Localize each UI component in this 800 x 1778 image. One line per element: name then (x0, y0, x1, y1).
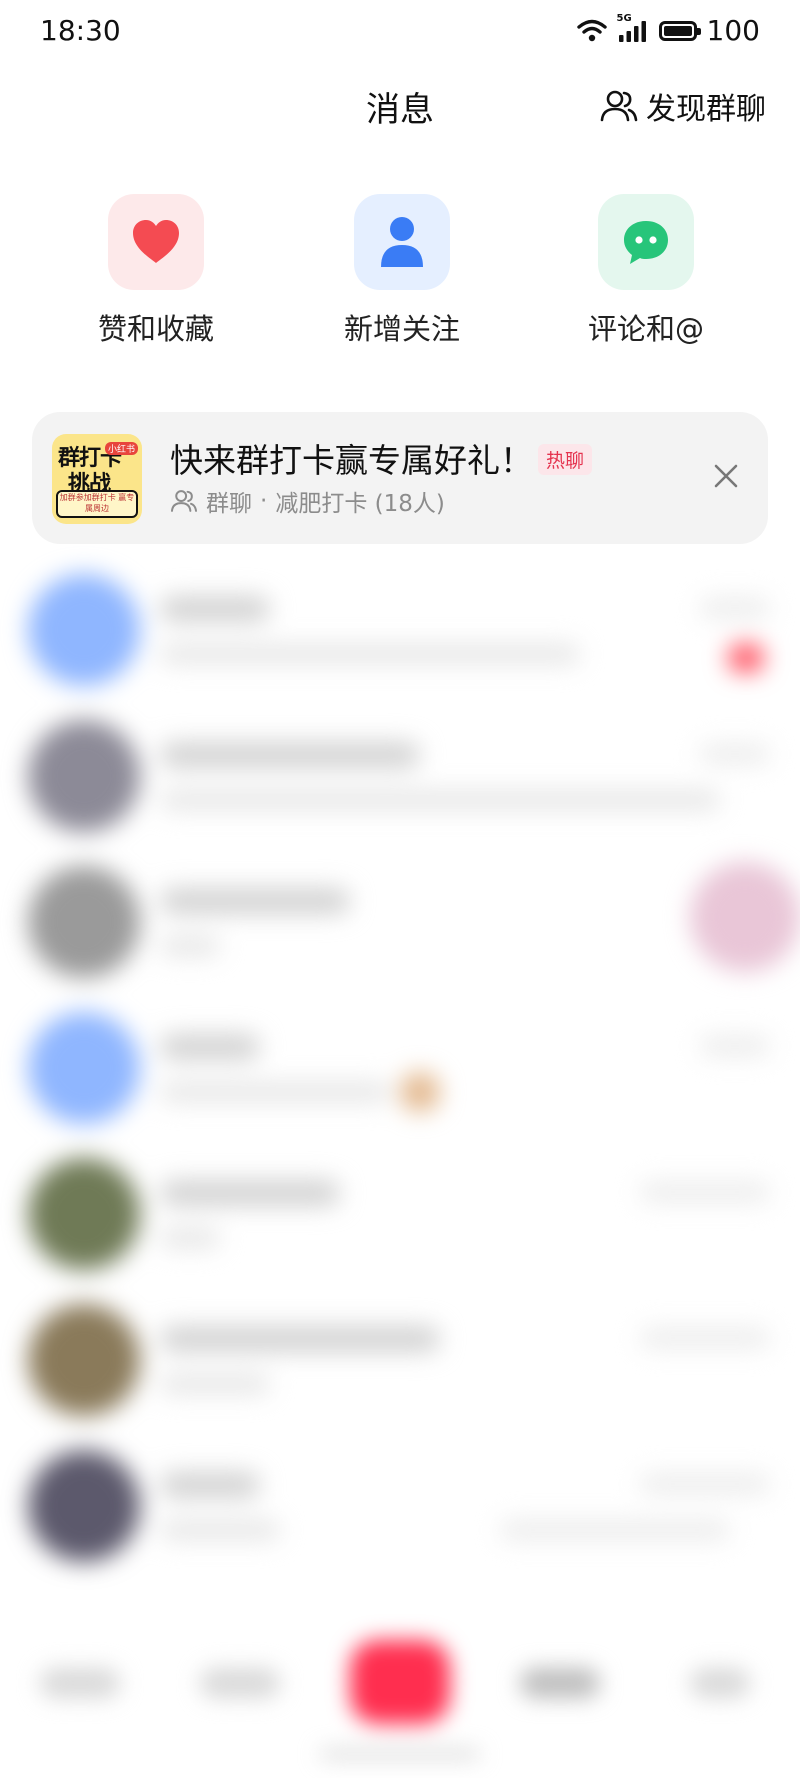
group-name: 减肥打卡 (18人) (275, 491, 445, 517)
signal-icon: 5G (617, 13, 649, 43)
avatar (28, 1158, 140, 1270)
list-item[interactable] (0, 998, 800, 1144)
post-thumbnail (690, 862, 800, 972)
tab-market[interactable] (200, 1668, 280, 1698)
bottom-tab-bar (0, 1590, 800, 1778)
promo-title: 快来群打卡赢专属好礼！ (170, 441, 533, 480)
list-item[interactable] (0, 1144, 800, 1290)
tab-home[interactable] (40, 1668, 120, 1698)
chat-preview-placeholder (160, 1520, 280, 1540)
list-item[interactable] (0, 852, 800, 998)
chat-name-placeholder (160, 1180, 340, 1206)
avatar (28, 720, 140, 832)
chat-time-placeholder (700, 598, 770, 618)
heart-icon (133, 220, 179, 263)
shortcut-label: 赞和收藏 (97, 312, 214, 346)
chat-preview-placeholder (160, 1082, 390, 1102)
hot-tag: 热聊 (538, 444, 593, 475)
discover-groups-button[interactable]: 发现群聊 (600, 84, 766, 128)
thumbnail-badge: 小红书 (104, 442, 138, 455)
likes-tile (108, 194, 204, 290)
separator-dot: · (260, 488, 268, 514)
conversation-list (0, 560, 800, 1570)
chat-time-placeholder (700, 1036, 770, 1056)
tab-me[interactable] (690, 1668, 750, 1698)
status-time: 18:30 (40, 14, 121, 47)
chat-preview-placeholder (160, 644, 580, 664)
wifi-icon (576, 19, 607, 41)
chat-time-placeholder (640, 1474, 770, 1494)
avatar (28, 866, 140, 978)
chat-preview-placeholder (160, 790, 720, 810)
avatar (28, 574, 140, 686)
group-icon (600, 90, 638, 122)
list-item[interactable] (0, 1436, 800, 1582)
group-type-label: 群聊 (206, 491, 252, 517)
chat-name-placeholder (160, 1472, 260, 1498)
status-icons: 5G 100 (576, 13, 760, 47)
group-promo-card[interactable]: 群打卡 小红书 挑战 加群参加群打卡 赢专属周边 快来群打卡赢专属好礼！ 热聊 … (32, 412, 768, 544)
likes-and-favorites-button[interactable]: 赞和收藏 (66, 194, 246, 348)
group-thumbnail: 群打卡 小红书 挑战 加群参加群打卡 赢专属周边 (52, 434, 142, 524)
close-icon[interactable] (710, 460, 742, 492)
avatar (28, 1304, 140, 1416)
avatar (28, 1450, 140, 1562)
chat-bubble-icon (624, 221, 668, 264)
publish-button[interactable] (350, 1640, 450, 1724)
battery-icon (658, 20, 701, 41)
chat-name-placeholder (160, 1034, 260, 1060)
chat-preview-placeholder (160, 936, 220, 956)
chat-preview-placeholder (160, 1228, 220, 1248)
discover-groups-label: 发现群聊 (646, 92, 766, 127)
unread-badge (728, 644, 764, 672)
chat-name-placeholder (160, 596, 270, 622)
list-item[interactable] (0, 1290, 800, 1436)
chat-time-placeholder (640, 1182, 770, 1202)
emoji-placeholder (400, 1072, 440, 1112)
avatar (28, 1012, 140, 1124)
chat-time-placeholder (640, 1328, 770, 1348)
new-followers-button[interactable]: 新增关注 (312, 194, 492, 348)
chat-meta-placeholder (500, 1520, 730, 1540)
shortcut-label: 评论和@ (587, 312, 704, 346)
chat-time-placeholder (700, 744, 770, 764)
battery-level (663, 25, 692, 36)
chat-name-placeholder (160, 1326, 440, 1352)
thumbnail-caption: 加群参加群打卡 赢专属周边 (56, 490, 138, 518)
shortcut-label: 新增关注 (343, 312, 460, 346)
person-icon (381, 217, 423, 267)
group-icon (171, 490, 197, 512)
tab-messages[interactable] (520, 1668, 600, 1698)
chat-preview-placeholder (160, 1374, 270, 1394)
battery-percent: 100 (706, 14, 760, 47)
follow-tile (354, 194, 450, 290)
comment-tile (598, 194, 694, 290)
chat-name-placeholder (160, 742, 420, 768)
promo-subtitle: 群聊 · 减肥打卡 (18人) (170, 484, 445, 518)
chat-name-placeholder (160, 888, 350, 914)
list-item[interactable] (0, 560, 800, 706)
list-item[interactable] (0, 706, 800, 852)
home-indicator (320, 1750, 480, 1758)
comments-and-mentions-button[interactable]: 评论和@ (556, 194, 736, 348)
